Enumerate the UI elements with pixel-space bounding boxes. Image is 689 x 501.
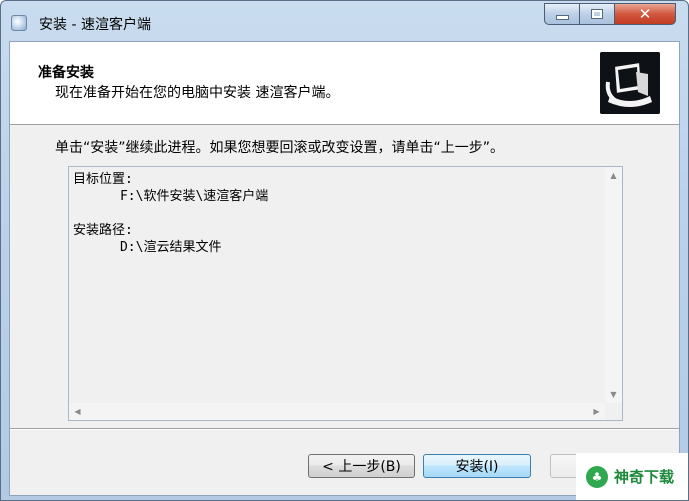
minimize-icon xyxy=(555,15,569,20)
footer-divider xyxy=(10,428,679,430)
site-watermark: ♣ 神奇下载 xyxy=(576,453,688,500)
app-icon xyxy=(11,15,27,31)
scroll-corner xyxy=(605,403,622,420)
installer-logo-icon xyxy=(600,52,660,114)
page-title: 准备安装 xyxy=(38,65,94,81)
maximize-button[interactable] xyxy=(579,3,615,25)
scroll-up-icon[interactable]: ▲ xyxy=(605,167,622,184)
memo-text: 目标位置: F:\软件安装\速渲客户端 安装路径: D:\渲云结果文件 xyxy=(73,172,269,255)
installer-window: 安装 - 速渲客户端 ✕ 准备安装 现在准备开始在您的电脑中安装 速渲客户端。 xyxy=(0,0,689,501)
scroll-down-icon[interactable]: ▼ xyxy=(605,386,622,403)
wizard-body: 准备安装 现在准备开始在您的电脑中安装 速渲客户端。 单击“安装”继续此进程。如… xyxy=(9,41,680,496)
horizontal-scrollbar[interactable]: ◀ ▶ xyxy=(69,403,605,420)
watermark-logo-icon: ♣ xyxy=(586,465,608,488)
scroll-left-icon[interactable]: ◀ xyxy=(69,403,86,420)
instruction-text: 单击“安装”继续此进程。如果您想要回滚或改变设置，请单击“上一步”。 xyxy=(55,140,505,156)
close-button[interactable]: ✕ xyxy=(614,3,676,25)
vertical-scrollbar[interactable]: ▲ ▼ xyxy=(605,167,622,403)
minimize-button[interactable] xyxy=(544,3,580,25)
page-subtitle: 现在准备开始在您的电脑中安装 速渲客户端。 xyxy=(55,85,340,101)
wizard-header: 准备安装 现在准备开始在您的电脑中安装 速渲客户端。 xyxy=(10,42,679,125)
window-title: 安装 - 速渲客户端 xyxy=(39,17,151,33)
watermark-text: 神奇下载 xyxy=(614,468,675,486)
install-button[interactable]: 安装(I) xyxy=(423,454,531,478)
maximize-icon xyxy=(591,9,603,19)
title-bar[interactable]: 安装 - 速渲客户端 ✕ xyxy=(1,1,688,41)
back-button[interactable]: < 上一步(B) xyxy=(308,454,415,478)
ready-memo[interactable]: 目标位置: F:\软件安装\速渲客户端 安装路径: D:\渲云结果文件 ▲ ▼ … xyxy=(68,166,623,421)
close-icon: ✕ xyxy=(638,5,652,23)
scroll-right-icon[interactable]: ▶ xyxy=(588,403,605,420)
